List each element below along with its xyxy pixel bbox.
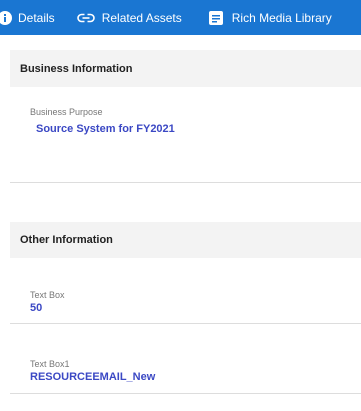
link-icon [76,13,95,23]
section-title: Business Information [20,62,133,75]
tab-details-label: Details [18,10,55,25]
field-value-business-purpose: Source System for FY2021 [36,123,175,135]
divider [10,182,361,183]
section-header-business-information: Business Information [10,50,361,87]
document-icon [208,10,223,25]
tab-related-assets[interactable]: Related Assets [76,0,182,35]
info-icon [0,10,12,25]
tab-bar: Details Related Assets Rich Media Librar… [0,0,361,35]
field-label-text-box: Text Box [30,290,65,300]
section-title: Other Information [20,234,113,246]
tab-rich-media-library[interactable]: Rich Media Library [208,0,332,35]
tab-rich-media-library-label: Rich Media Library [231,10,332,25]
field-label-text-box1: Text Box1 [30,359,70,369]
field-value-text-box: 50 [30,302,43,314]
divider [10,323,361,324]
field-value-text-box1: RESOURCEEMAIL_New [30,371,156,383]
section-header-other-information: Other Information [10,222,361,258]
field-label-business-purpose: Business Purpose [30,107,103,117]
tab-details[interactable]: Details [0,0,55,35]
divider [10,393,361,394]
tab-related-assets-label: Related Assets [101,10,182,25]
